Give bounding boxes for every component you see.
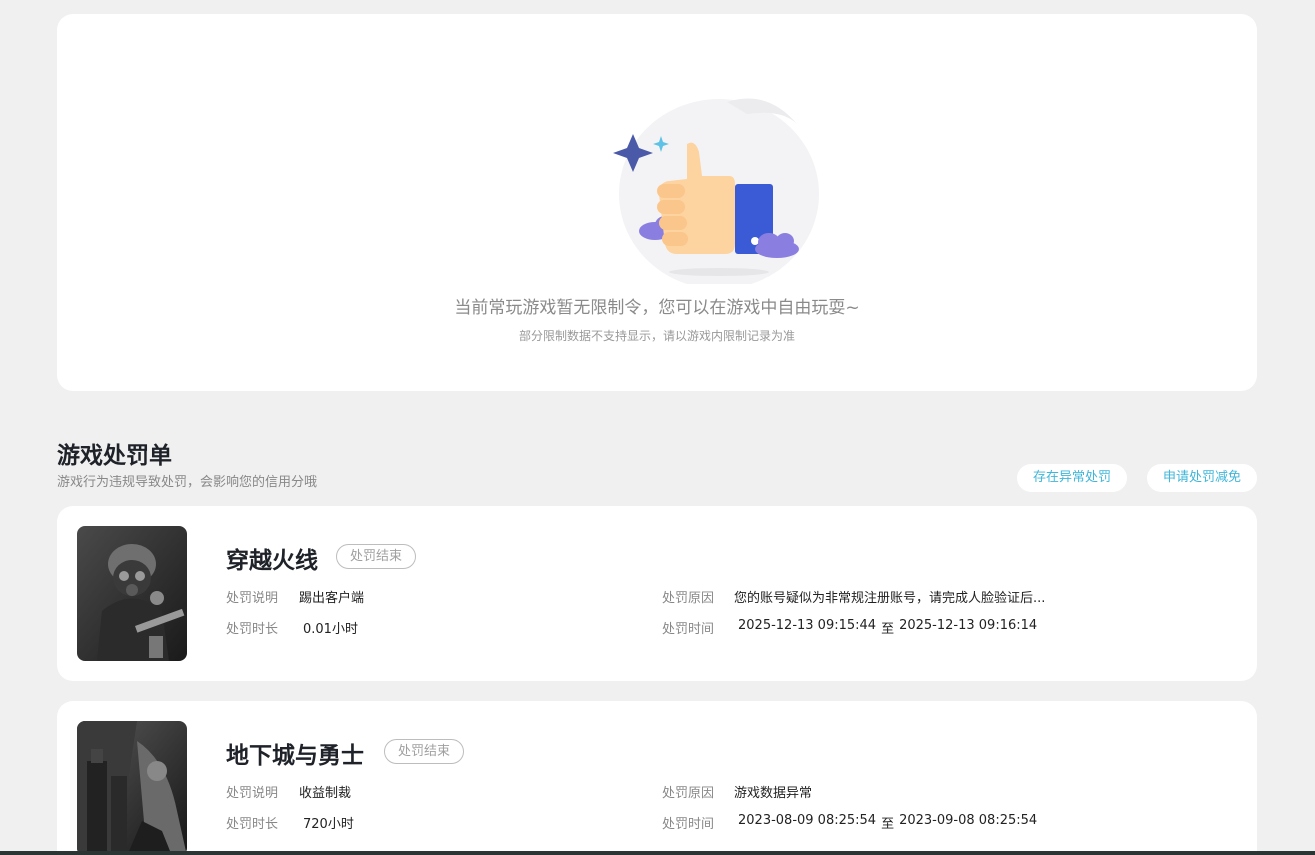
penalty-duration-label: 处罚时长 <box>226 622 279 637</box>
restriction-status-card: 当前常玩游戏暂无限制令，您可以在游戏中自由玩耍~ 部分限制数据不支持显示，请以游… <box>57 14 1257 391</box>
section-title: 游戏处罚单 <box>57 443 172 469</box>
abnormal-penalty-button[interactable]: 存在异常处罚 <box>1017 464 1127 492</box>
apply-reduction-button[interactable]: 申请处罚减免 <box>1147 464 1257 492</box>
penalty-time-to: 至 <box>881 622 895 637</box>
restriction-status-title: 当前常玩游戏暂无限制令，您可以在游戏中自由玩耍~ <box>454 298 860 318</box>
penalty-card[interactable]: 穿越火线 处罚结束 处罚说明 踢出客户端 处罚时长 0.01小时 处罚原因 您的… <box>57 506 1257 681</box>
section-subtitle: 游戏行为违规导致处罚，会影响您的信用分哦 <box>57 475 318 490</box>
penalty-time-start: 2023-08-09 08:25:54 <box>738 813 877 828</box>
penalty-time-to: 至 <box>881 817 895 832</box>
penalty-duration-label: 处罚时长 <box>226 817 279 832</box>
restriction-status-note: 部分限制数据不支持显示，请以游戏内限制记录为准 <box>518 329 795 343</box>
penalty-time-start: 2025-12-13 09:15:44 <box>738 618 877 633</box>
penalty-desc-value: 收益制裁 <box>299 786 352 801</box>
penalty-reason-value: 您的账号疑似为非常规注册账号，请完成人脸验证后... <box>734 591 1046 606</box>
penalty-time-end: 2023-09-08 08:25:54 <box>899 813 1038 828</box>
penalty-card[interactable]: 地下城与勇士 处罚结束 处罚说明 收益制裁 处罚时长 720小时 处罚原因 游戏… <box>57 701 1257 855</box>
bottom-edge-bar <box>0 851 1315 855</box>
penalty-time-range: 2025-12-13 09:15:44 至 2025-12-13 09:16:1… <box>738 618 1037 637</box>
penalty-reason-label: 处罚原因 <box>662 591 715 606</box>
penalty-time-end: 2025-12-13 09:16:14 <box>899 618 1038 633</box>
penalty-status-badge: 处罚结束 <box>384 739 465 764</box>
page: 当前常玩游戏暂无限制令，您可以在游戏中自由玩耍~ 部分限制数据不支持显示，请以游… <box>0 0 1315 855</box>
penalty-time-label: 处罚时间 <box>662 622 715 637</box>
game-cover-image <box>77 721 187 855</box>
penalty-time-range: 2023-08-09 08:25:54 至 2023-09-08 08:25:5… <box>738 813 1037 832</box>
game-name: 地下城与勇士 <box>226 743 364 769</box>
game-name: 穿越火线 <box>226 548 318 574</box>
penalty-reason-value: 游戏数据异常 <box>734 786 813 801</box>
thumbs-up-illustration <box>613 98 819 284</box>
penalty-desc-label: 处罚说明 <box>226 591 279 606</box>
game-cover-image <box>77 526 187 661</box>
penalty-time-label: 处罚时间 <box>662 817 715 832</box>
penalty-desc-label: 处罚说明 <box>226 786 279 801</box>
penalty-duration-value: 0.01小时 <box>303 622 358 637</box>
penalty-desc-value: 踢出客户端 <box>299 591 365 606</box>
penalty-duration-value: 720小时 <box>303 817 354 832</box>
penalty-status-badge: 处罚结束 <box>336 544 417 569</box>
penalty-reason-label: 处罚原因 <box>662 786 715 801</box>
